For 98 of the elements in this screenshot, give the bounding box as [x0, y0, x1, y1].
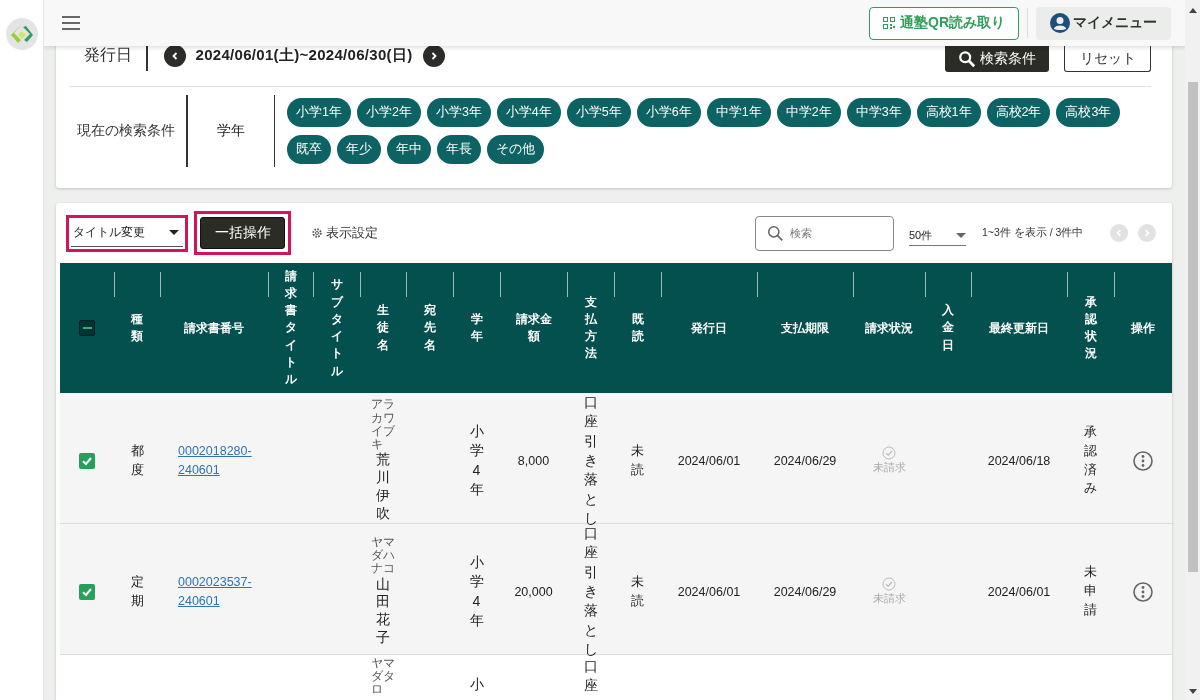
column-header[interactable]: 操作: [1131, 319, 1155, 337]
student-name: 荒川伊吹: [376, 451, 390, 523]
table-cell: 2024/06/29: [773, 584, 837, 599]
next-button[interactable]: [422, 44, 445, 67]
column-header[interactable]: 請求書番号: [184, 319, 244, 337]
column-header[interactable]: 学年: [470, 310, 483, 346]
grade-chip[interactable]: 小学6年: [636, 98, 701, 127]
table-cell: 8,000: [517, 453, 550, 468]
column-header[interactable]: 既読: [631, 310, 644, 346]
condition-name: 学年: [215, 122, 246, 140]
grade-chip[interactable]: 年少: [337, 135, 381, 164]
column-header[interactable]: 支払期限: [781, 319, 829, 337]
more-options-icon[interactable]: [1133, 450, 1153, 471]
grade-chip[interactable]: 小学2年: [356, 98, 421, 127]
table-cell: 2024/06/18: [987, 453, 1051, 468]
column-header[interactable]: 発行日: [691, 319, 727, 337]
search-conditions-button[interactable]: 検索条件: [945, 46, 1049, 72]
invoice-link[interactable]: 0002023537-240601: [178, 572, 258, 611]
grade-chip[interactable]: 高校2年: [986, 98, 1051, 127]
student-name: 山田花子: [376, 575, 390, 648]
status-text: 未請求: [872, 461, 906, 476]
scroll-up-icon[interactable]: [1188, 8, 1197, 13]
header-checkbox[interactable]: [79, 320, 95, 336]
table-cell: 口座: [583, 657, 598, 696]
search-icon: [767, 224, 784, 242]
range-text: 1~3件 を表示 / 3件中: [982, 226, 1085, 240]
grade-chip[interactable]: 小学3年: [426, 98, 491, 127]
table-cell-text: 口座引き落とし: [583, 393, 598, 528]
table-cell-text: 未申請: [1084, 563, 1097, 619]
grade-chip[interactable]: 中学1年: [706, 98, 771, 127]
table-cell-text: 承認済み: [1084, 422, 1097, 498]
display-settings-button[interactable]: 表示設定: [311, 224, 378, 242]
search-field[interactable]: 検索: [755, 215, 894, 251]
row-checkbox[interactable]: [79, 583, 95, 600]
table-cell-text: 都度: [130, 441, 144, 479]
caret-icon: [169, 230, 179, 235]
previous-button[interactable]: [163, 44, 186, 67]
grade-chip[interactable]: 年長: [437, 135, 481, 164]
grade-chip[interactable]: その他: [487, 135, 544, 164]
table-cell-text: 口座引き落とし: [583, 525, 598, 659]
table-cell-text: 定期: [130, 572, 144, 610]
table-cell-text: 小学4年: [469, 552, 484, 630]
column-header[interactable]: 請求状況: [865, 319, 913, 337]
column-header[interactable]: 入金日: [942, 302, 954, 354]
column-header[interactable]: 最終更新日: [989, 319, 1049, 337]
reset-button[interactable]: リセット: [1064, 46, 1151, 72]
student-kana: アラカワイブキ: [370, 398, 396, 452]
search-icon: [958, 50, 976, 68]
student-kana: ヤマダタロ: [370, 657, 396, 697]
column-header[interactable]: サブタイトル: [330, 276, 343, 380]
my-menu-button[interactable]: マイメニュー: [1036, 6, 1171, 40]
date-label: 発行日: [83, 45, 133, 65]
table-cell-text: 小: [469, 675, 484, 694]
table-cell: 2024/06/01: [677, 584, 741, 599]
conditions-label: 現在の検索条件: [76, 122, 176, 140]
action-select[interactable]: タイトル変更: [71, 219, 183, 247]
row-checkbox[interactable]: [79, 452, 95, 469]
table-cell-text: 小学4年: [469, 421, 484, 499]
caret-icon: [956, 233, 966, 238]
date-range: 2024/06/01(土)~2024/06/30(日): [195, 46, 413, 65]
check-circle-icon: [882, 446, 896, 461]
column-header[interactable]: 種類: [131, 310, 143, 346]
column-header[interactable]: 請求書タイトル: [284, 267, 297, 389]
user-icon: [1050, 13, 1070, 33]
table-cell-text: 未読: [631, 572, 644, 610]
table-cell: 2024/06/01: [987, 584, 1051, 599]
table-cell: 20,000: [514, 584, 553, 599]
qr-code-icon: [883, 17, 895, 29]
grade-chip[interactable]: 既卒: [287, 135, 331, 164]
grade-chip[interactable]: 高校1年: [916, 98, 981, 127]
logo-icon[interactable]: [5, 18, 38, 50]
table-cell: 2024/06/01: [677, 453, 741, 468]
student-kana: ヤマダハナコ: [370, 536, 396, 576]
table-cell-text: 未読: [631, 441, 644, 479]
grade-chip[interactable]: 小学5年: [566, 98, 631, 127]
per-page-select[interactable]: 50件: [909, 220, 966, 246]
grade-chip[interactable]: 高校3年: [1056, 98, 1121, 127]
column-header[interactable]: 承認状況: [1084, 293, 1097, 363]
grade-chip[interactable]: 中学2年: [776, 98, 841, 127]
gear-icon: [311, 227, 323, 239]
grade-chip[interactable]: 中学3年: [846, 98, 911, 127]
grade-chip[interactable]: 小学1年: [287, 98, 351, 127]
check-circle-icon: [882, 577, 896, 592]
grade-chip[interactable]: 小学4年: [496, 98, 561, 127]
column-header[interactable]: 宛先名: [423, 302, 436, 354]
chevron-left-icon: [1114, 228, 1124, 238]
table-cell: 2024/06/29: [773, 453, 837, 468]
column-header[interactable]: 支払方法: [584, 293, 597, 363]
menu-icon[interactable]: [62, 16, 80, 30]
invoice-link[interactable]: 0002018280-240601: [178, 441, 258, 480]
chevron-right-icon: [1142, 228, 1152, 238]
status-text: 未請求: [872, 592, 906, 607]
bulk-action-button[interactable]: 一括操作: [200, 217, 285, 249]
grade-chip[interactable]: 年中: [387, 135, 431, 164]
column-header[interactable]: 生徒名: [377, 302, 389, 354]
column-header[interactable]: 請求金額: [513, 311, 554, 345]
more-options-icon[interactable]: [1133, 581, 1153, 602]
scroll-down-icon[interactable]: [1188, 689, 1197, 694]
